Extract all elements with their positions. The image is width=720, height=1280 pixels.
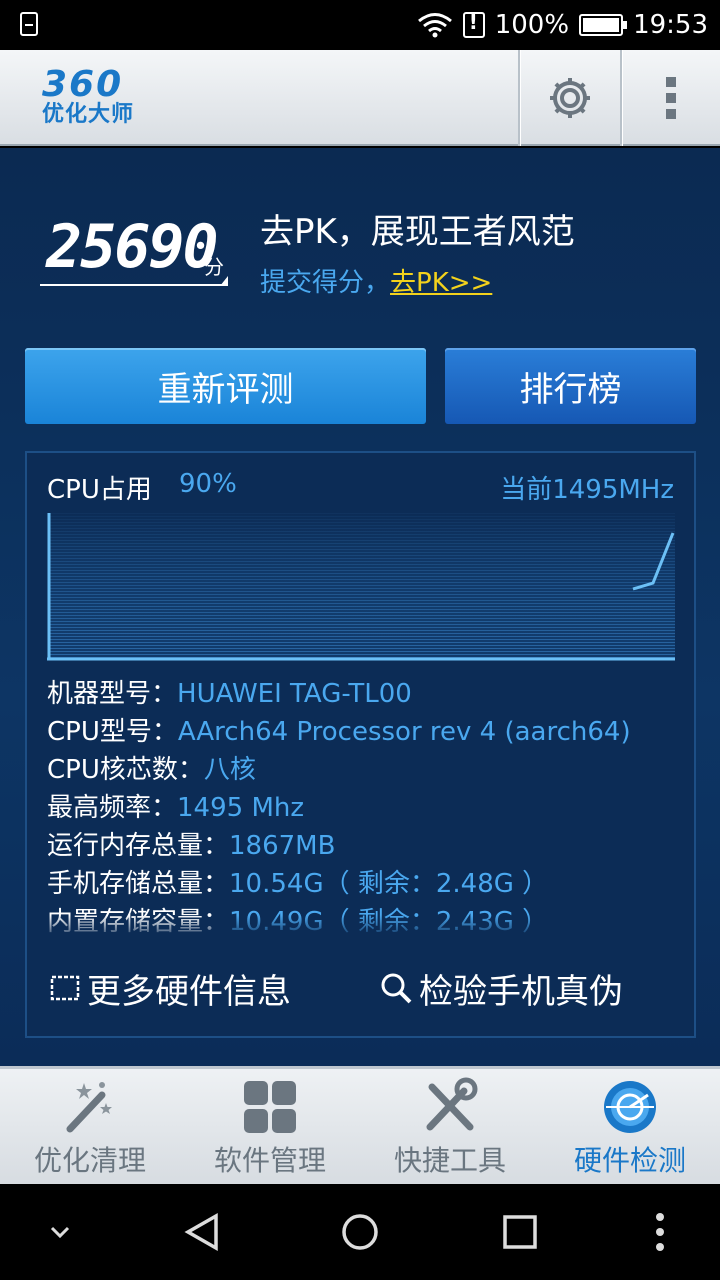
sim-icon	[20, 12, 38, 36]
clock: 19:53	[633, 10, 708, 40]
spec-row: 最高频率：1495 Mhz	[47, 789, 677, 827]
cpu-frequency: 当前1495MHz	[500, 475, 674, 505]
score-display: 25690 分	[40, 210, 228, 286]
logo-text: 优化大师	[42, 102, 135, 127]
spec-row: 运行内存总量：1867MB	[47, 827, 677, 865]
recents-square-icon	[503, 1215, 537, 1249]
tab-label: 硬件检测	[573, 1144, 686, 1177]
more-vert-icon	[666, 77, 676, 119]
pk-sub-text: 提交得分，	[260, 268, 391, 298]
tab-label: 软件管理	[213, 1144, 326, 1177]
spec-row: 手机存储总量：10.54G（ 剩余：2.48G ）	[47, 865, 677, 903]
radar-icon	[604, 1081, 656, 1133]
spec-label: CPU型号：	[47, 717, 178, 747]
wifi-icon	[417, 13, 452, 38]
main-panel: 25690 分 去PK，展现王者风范 提交得分，去PK>> 重新评测 排行榜 C…	[0, 148, 720, 1066]
more-options-button[interactable]	[622, 50, 720, 146]
tools-icon	[426, 1077, 478, 1131]
app-header: 360 优化大师	[0, 50, 720, 146]
tab-tools[interactable]: 快捷工具	[360, 1069, 540, 1187]
spec-label: 运行内存总量：	[47, 831, 230, 861]
cpu-usage-label: CPU占用	[47, 475, 152, 505]
pk-link[interactable]: 去PK>>	[390, 268, 492, 298]
tab-software[interactable]: 软件管理	[180, 1069, 360, 1187]
cpu-usage-value: 90%	[179, 469, 237, 499]
gear-icon	[550, 78, 590, 118]
spec-value: 1867MB	[229, 831, 336, 861]
spec-value: 10.54G（ 剩余：2.48G ）	[229, 869, 549, 899]
cpu-usage-graph	[47, 513, 675, 661]
tab-optimize[interactable]: 优化清理	[0, 1069, 180, 1187]
spec-label: 机器型号：	[47, 679, 178, 709]
spec-list-fade	[47, 915, 677, 937]
score-value: 25690	[46, 212, 219, 282]
pk-subtitle: 提交得分，去PK>>	[260, 262, 492, 299]
nav-back-button[interactable]	[178, 1208, 226, 1256]
pk-title: 去PK，展现王者风范	[260, 212, 575, 252]
spec-row: CPU核芯数：八核	[47, 751, 677, 789]
logo-number: 360	[42, 64, 124, 105]
back-triangle-icon	[184, 1212, 218, 1252]
check-phone-label: 检验手机真伪	[419, 971, 623, 1012]
chip-icon	[50, 975, 80, 1001]
spec-list: 机器型号：HUAWEI TAG-TL00 CPU型号：AArch64 Proce…	[47, 675, 677, 937]
ranking-button[interactable]: 排行榜	[445, 348, 696, 424]
bottom-tab-bar: 优化清理 软件管理 快捷工具 硬件检测	[0, 1066, 720, 1184]
search-icon	[381, 973, 412, 1004]
spec-value: 八核	[203, 755, 256, 785]
status-bar: 100% 19:53	[0, 0, 720, 50]
nav-home-button[interactable]	[336, 1208, 384, 1256]
app-logo: 360 优化大师	[42, 66, 134, 126]
score-arrow-icon	[220, 276, 228, 286]
no-sim-icon	[462, 10, 485, 38]
nav-recents-button[interactable]	[496, 1208, 544, 1256]
spec-value: AArch64 Processor rev 4 (aarch64)	[177, 717, 631, 747]
tab-label: 快捷工具	[393, 1144, 506, 1177]
more-hardware-link[interactable]: 更多硬件信息	[49, 963, 291, 1013]
tab-label: 优化清理	[33, 1144, 146, 1177]
tab-hardware-test[interactable]: 硬件检测	[540, 1069, 720, 1187]
check-phone-link[interactable]: 检验手机真伪	[379, 963, 623, 1013]
system-nav-bar	[0, 1184, 720, 1280]
spec-value: 1495 Mhz	[177, 793, 305, 823]
home-circle-icon	[342, 1214, 378, 1250]
spec-row: CPU型号：AArch64 Processor rev 4 (aarch64)	[47, 713, 677, 751]
battery-icon	[579, 14, 628, 36]
nav-more-button[interactable]	[640, 1208, 680, 1256]
spec-label: 手机存储总量：	[47, 869, 230, 899]
spec-value: HUAWEI TAG-TL00	[177, 679, 412, 709]
magic-wand-icon	[66, 1082, 112, 1133]
nav-hide-button[interactable]	[40, 1208, 80, 1256]
more-vert-icon	[656, 1213, 664, 1251]
spec-label: 最高频率：	[47, 793, 178, 823]
spec-row: 机器型号：HUAWEI TAG-TL00	[47, 675, 677, 713]
apps-grid-icon	[244, 1081, 296, 1133]
battery-percent: 100%	[494, 10, 570, 40]
spec-label: CPU核芯数：	[47, 755, 204, 785]
settings-button[interactable]	[520, 50, 620, 146]
more-hardware-label: 更多硬件信息	[87, 971, 291, 1012]
retest-button[interactable]: 重新评测	[25, 348, 426, 424]
hardware-info-panel: CPU占用 90% 当前1495MHz 机器型号：HUAWEI TAG-TL00…	[25, 451, 696, 1038]
chevron-down-icon	[50, 1226, 70, 1239]
